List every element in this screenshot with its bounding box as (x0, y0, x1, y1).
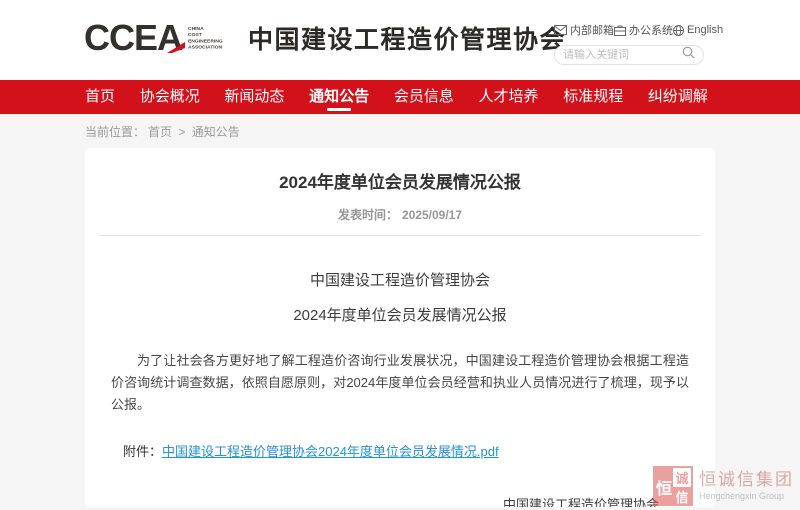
attachment-row: 附件：中国建设工程造价管理协会2024年度单位会员发展情况.pdf (123, 441, 715, 460)
nav-item-about[interactable]: 协会概况 (140, 80, 200, 114)
header-utilities: 内部邮箱 办公系统 English (554, 22, 704, 65)
watermark-en-name: Hengchengxin Group (699, 491, 794, 501)
site-title: 中国建设工程造价管理协会 (248, 20, 566, 56)
document-paragraph: 为了让社会各方更好地了解工程造价咨询行业发展状况，中国建设工程造价管理协会根据工… (111, 350, 689, 416)
publish-time-value: 2025/09/17 (402, 208, 462, 222)
hengchengxin-logo-icon: 恒 诚 信 (653, 466, 693, 506)
briefcase-icon (614, 25, 626, 36)
mail-icon (554, 25, 567, 35)
globe-icon (673, 25, 684, 36)
hengchengxin-watermark: 恒 诚 信 恒诚信集团 Hengchengxin Group (653, 466, 794, 506)
english-link[interactable]: English (673, 24, 723, 36)
watermark-cn-name: 恒诚信集团 (699, 471, 794, 490)
signature-org: 中国建设工程造价管理协会 (503, 492, 659, 507)
signature-block: 中国建设工程造价管理协会 2025年9月17日 (503, 492, 659, 507)
title-divider (99, 235, 701, 236)
site-logo[interactable]: CCEA CHINACOSTENGINEERINGASSOCIATION 中国建… (84, 18, 566, 58)
document-subtitle-line: 2024年度单位会员发展情况公报 (85, 304, 715, 325)
article-card: 2024年度单位会员发展情况公报 发表时间： 2025/09/17 中国建设工程造… (85, 148, 715, 507)
nav-item-home[interactable]: 首页 (85, 80, 115, 114)
site-header: CCEA CHINACOSTENGINEERINGASSOCIATION 中国建… (0, 0, 800, 80)
attachment-label: 附件： (123, 444, 162, 459)
publish-time-label: 发表时间： (338, 208, 398, 222)
watermark-logo-char: 诚 (673, 468, 691, 487)
watermark-logo-char: 恒 (655, 468, 673, 506)
quick-links: 内部邮箱 办公系统 English (554, 22, 704, 38)
search-input[interactable] (563, 49, 682, 61)
nav-item-news[interactable]: 新闻动态 (224, 80, 284, 114)
search-box (554, 45, 704, 65)
watermark-logo-char: 信 (673, 487, 691, 506)
document-org-line: 中国建设工程造价管理协会 (85, 269, 715, 290)
breadcrumb-prefix: 当前位置： (85, 125, 145, 139)
nav-item-mediation[interactable]: 纠纷调解 (648, 80, 708, 114)
nav-item-members[interactable]: 会员信息 (394, 80, 454, 114)
breadcrumb-current: 通知公告 (192, 125, 240, 139)
internal-mail-link[interactable]: 内部邮箱 (554, 22, 614, 38)
ccea-logo-subtext: CHINACOSTENGINEERINGASSOCIATION (188, 26, 220, 51)
office-system-link[interactable]: 办公系统 (614, 22, 673, 38)
publish-time: 发表时间： 2025/09/17 (85, 206, 715, 223)
breadcrumb: 当前位置：首页 > 通知公告 (0, 114, 800, 148)
nav-item-training[interactable]: 人才培养 (479, 80, 539, 114)
breadcrumb-home-link[interactable]: 首页 (148, 125, 172, 139)
ccea-logo-text: CCEA (84, 20, 182, 56)
nav-item-standards[interactable]: 标准规程 (563, 80, 623, 114)
main-nav: 首页 协会概况 新闻动态 通知公告 会员信息 人才培养 标准规程 纠纷调解 (0, 80, 800, 114)
nav-item-notices[interactable]: 通知公告 (309, 80, 369, 114)
search-icon[interactable] (682, 46, 695, 64)
article-title: 2024年度单位会员发展情况公报 (85, 148, 715, 193)
watermark-text: 恒诚信集团 Hengchengxin Group (699, 471, 794, 502)
attachment-pdf-link[interactable]: 中国建设工程造价管理协会2024年度单位会员发展情况.pdf (162, 444, 499, 459)
breadcrumb-separator: > (178, 125, 185, 139)
